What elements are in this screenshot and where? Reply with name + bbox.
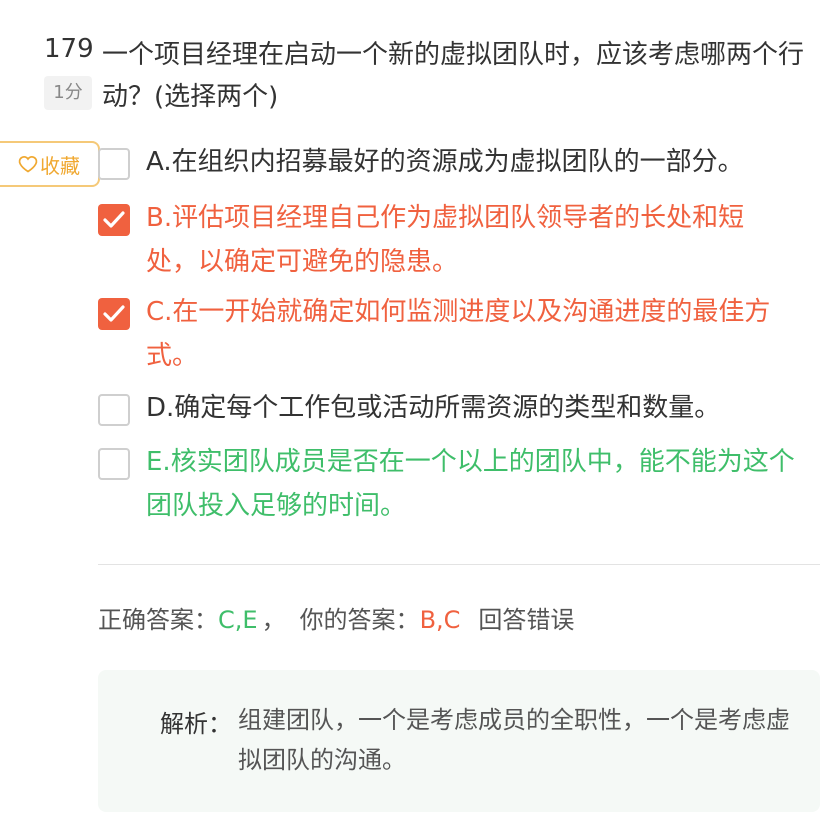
explanation-label: 解析：	[160, 710, 232, 738]
your-answer-value: B,C	[419, 606, 461, 634]
check-icon	[103, 211, 125, 228]
score-badge: 1分	[44, 76, 92, 110]
your-answer-label: 你的答案：	[299, 606, 420, 634]
correct-answer-label: 正确答案：	[98, 606, 218, 634]
option-b-text: B.评估项目经理自己作为虚拟团队领导者的长处和短处，以确定可避免的隐患。	[146, 203, 745, 277]
check-icon	[103, 305, 125, 322]
option-a-text: A.在组织内招募最好的资源成为虚拟团队的一部分。	[146, 147, 744, 177]
correct-answer-value: C,E	[218, 606, 258, 634]
option-c-text: C.在一开始就确定如何监测进度以及沟通进度的最佳方式。	[146, 297, 771, 371]
checkbox-b[interactable]	[98, 204, 130, 236]
heart-icon	[18, 156, 38, 173]
result-status: 回答错误	[478, 606, 575, 634]
explanation-text: 组建团队，一个是考虑成员的全职性，一个是考虑虚拟团队的沟通。	[238, 706, 790, 774]
question-text: 一个项目经理在启动一个新的虚拟团队时，应该考虑哪两个行动？(选择两个)	[102, 40, 805, 112]
favorite-button[interactable]: 收藏	[0, 141, 100, 187]
checkbox-a[interactable]	[98, 148, 130, 180]
question-number: 179	[44, 34, 94, 64]
checkbox-c[interactable]	[98, 298, 130, 330]
option-e-text: E.核实团队成员是否在一个以上的团队中，能不能为这个团队投入足够的时间。	[146, 447, 795, 521]
checkbox-e[interactable]	[98, 448, 130, 480]
checkbox-d[interactable]	[98, 394, 130, 426]
divider	[98, 564, 820, 565]
favorite-label: 收藏	[40, 153, 80, 178]
explanation-box: 解析： 组建团队，一个是考虑成员的全职性，一个是考虑虚拟团队的沟通。	[98, 670, 820, 812]
answer-separator: ，	[261, 606, 286, 634]
answer-summary: 正确答案：C,E， 你的答案：B,C 回答错误	[98, 600, 574, 635]
option-d-text: D.确定每个工作包或活动所需资源的类型和数量。	[146, 393, 721, 423]
